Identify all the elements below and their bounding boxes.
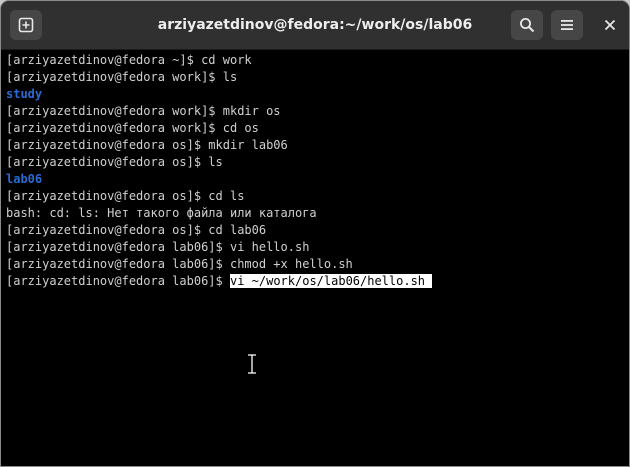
terminal-line: [arziyazetdinov@fedora os]$ mkdir lab06 (6, 138, 288, 152)
directory-listing: lab06 (6, 172, 43, 186)
close-icon (604, 19, 616, 31)
search-icon (520, 18, 535, 33)
window-title: arziyazetdinov@fedora:~/work/os/lab06 (157, 17, 473, 33)
close-button[interactable] (602, 17, 618, 33)
error-message: bash: cd: ls: Нет такого файла или катал… (6, 206, 317, 220)
terminal-line: [arziyazetdinov@fedora work]$ mkdir os (6, 104, 281, 118)
hamburger-menu-icon (561, 20, 573, 30)
new-tab-icon (18, 17, 34, 33)
terminal-line: [arziyazetdinov@fedora work]$ ls (6, 70, 238, 84)
terminal-line: [arziyazetdinov@fedora lab06]$ vi hello.… (6, 240, 310, 254)
terminal-line: [arziyazetdinov@fedora os]$ ls (6, 155, 223, 169)
selected-command-text[interactable]: vi ~/work/os/lab06/hello.sh (229, 274, 433, 288)
text-cursor-icon (248, 354, 256, 374)
directory-listing: study (6, 87, 43, 101)
terminal-line: [arziyazetdinov@fedora os]$ cd ls (6, 189, 245, 203)
terminal-window: arziyazetdinov@fedora:~/work/os/lab06 [a… (0, 0, 630, 467)
terminal-output[interactable]: [arziyazetdinov@fedora ~]$ cd work [arzi… (1, 50, 629, 466)
terminal-line: [arziyazetdinov@fedora os]$ cd lab06 (6, 223, 267, 237)
menu-button[interactable] (551, 10, 583, 40)
terminal-line: [arziyazetdinov@fedora ~]$ cd work (6, 53, 252, 67)
search-button[interactable] (511, 10, 543, 40)
title-bar[interactable]: arziyazetdinov@fedora:~/work/os/lab06 (1, 1, 629, 50)
shell-prompt: [arziyazetdinov@fedora lab06]$ (6, 274, 230, 288)
new-tab-button[interactable] (10, 10, 42, 40)
terminal-line: [arziyazetdinov@fedora work]$ cd os (6, 121, 259, 135)
terminal-line: [arziyazetdinov@fedora lab06]$ chmod +x … (6, 257, 353, 271)
current-prompt-line[interactable]: [arziyazetdinov@fedora lab06]$ vi ~/work… (6, 273, 629, 290)
